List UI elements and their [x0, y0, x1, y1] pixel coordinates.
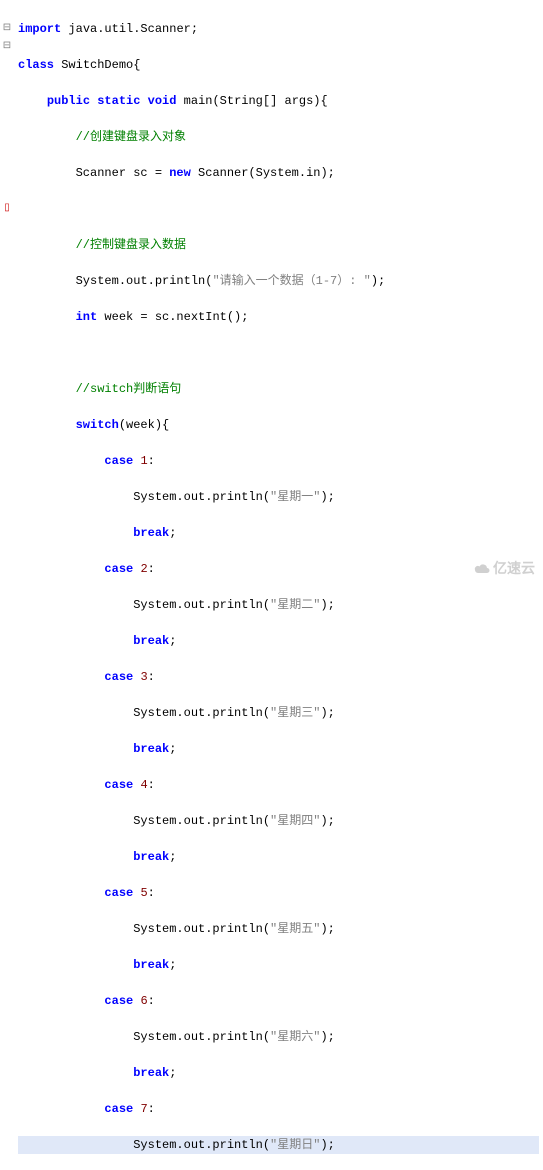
fold-mark-icon: ▯ — [0, 200, 14, 218]
code-line: case 1: — [18, 452, 539, 470]
code-area[interactable]: import java.util.Scanner; class SwitchDe… — [14, 0, 543, 585]
code-line: System.out.println("星期二"); — [18, 596, 539, 614]
code-line: break; — [18, 848, 539, 866]
code-line: break; — [18, 524, 539, 542]
cloud-icon — [471, 562, 491, 576]
code-line: public static void main(String[] args){ — [18, 92, 539, 110]
code-line: //创建键盘录入对象 — [18, 128, 539, 146]
code-line: System.out.println("星期五"); — [18, 920, 539, 938]
code-line: switch(week){ — [18, 416, 539, 434]
code-editor[interactable]: ⊟ ⊟ ▯ import java.util.Scanner; class Sw… — [0, 0, 543, 585]
code-line: Scanner sc = new Scanner(System.in); — [18, 164, 539, 182]
code-line: //控制键盘录入数据 — [18, 236, 539, 254]
code-line: System.out.println("星期三"); — [18, 704, 539, 722]
code-line: class SwitchDemo{ — [18, 56, 539, 74]
code-line: case 6: — [18, 992, 539, 1010]
gutter: ⊟ ⊟ ▯ — [0, 0, 14, 585]
code-line: break; — [18, 632, 539, 650]
code-line: break; — [18, 956, 539, 974]
code-line-highlighted: System.out.println("星期日"); — [18, 1136, 539, 1154]
code-line — [18, 200, 539, 218]
code-line: System.out.println("星期六"); — [18, 1028, 539, 1046]
code-line: System.out.println("星期四"); — [18, 812, 539, 830]
code-line: case 4: — [18, 776, 539, 794]
code-line: case 3: — [18, 668, 539, 686]
code-line: System.out.println("请输入一个数据（1-7）: "); — [18, 272, 539, 290]
code-line: case 7: — [18, 1100, 539, 1118]
code-line: int week = sc.nextInt(); — [18, 308, 539, 326]
code-line: break; — [18, 740, 539, 758]
code-line: break; — [18, 1064, 539, 1082]
code-line: //switch判断语句 — [18, 380, 539, 398]
code-line: import java.util.Scanner; — [18, 20, 539, 38]
code-line — [18, 344, 539, 362]
code-line: System.out.println("星期一"); — [18, 488, 539, 506]
code-line: case 2: — [18, 560, 539, 578]
code-line: case 5: — [18, 884, 539, 902]
watermark: 亿速云 — [471, 558, 535, 579]
fold-icon[interactable]: ⊟ — [0, 38, 14, 56]
fold-icon[interactable]: ⊟ — [0, 20, 14, 38]
